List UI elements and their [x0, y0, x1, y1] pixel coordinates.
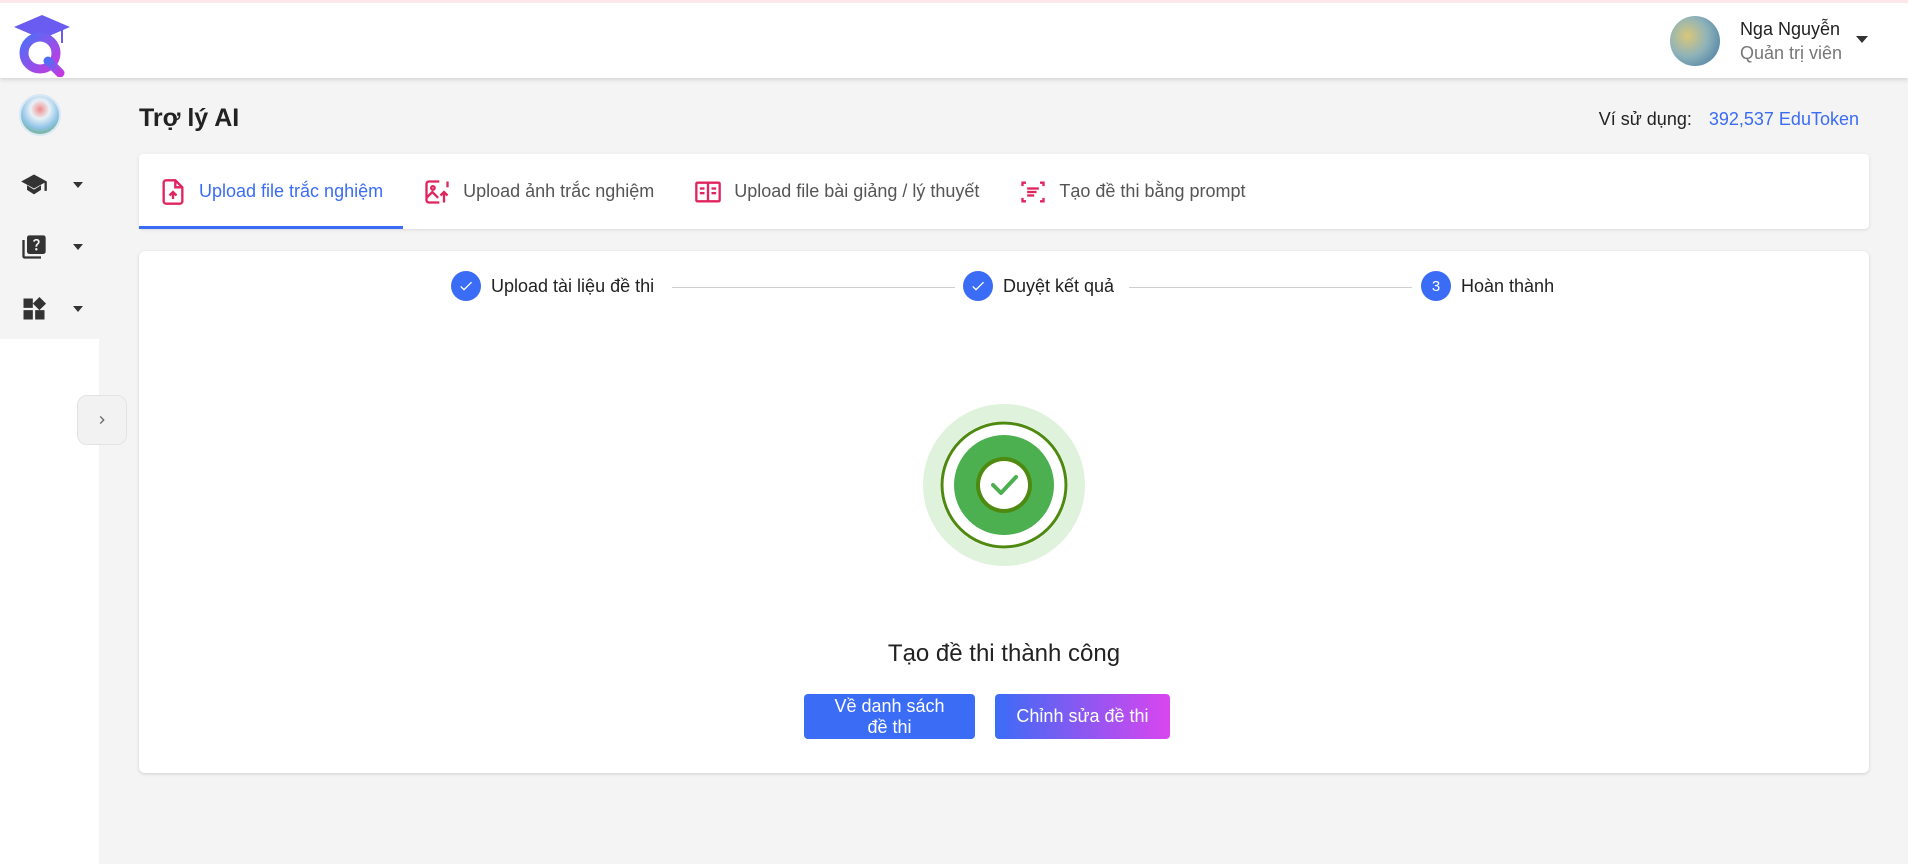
stepper: Upload tài liệu đề thi Duyệt kết quả 3 H… [451, 271, 1557, 303]
user-avatar[interactable] [1669, 16, 1720, 66]
text-scan-icon [1021, 181, 1046, 202]
graduation-cap-icon [21, 174, 47, 195]
step-complete: 3 Hoàn thành [1421, 271, 1555, 301]
step-number: 3 [1421, 271, 1451, 301]
step-label: Duyệt kết quả [1003, 275, 1115, 296]
question-book-icon [22, 235, 46, 259]
user-name: Nga Nguyễn [1739, 19, 1841, 39]
dashboard-icon [23, 296, 47, 320]
action-buttons: Về danh sách đề thi Chỉnh sửa đề thi [804, 694, 1170, 739]
tab-label: Tạo đề thi bằng prompt [1059, 181, 1246, 201]
step-upload: Upload tài liệu đề thi [451, 271, 655, 301]
check-icon [963, 271, 993, 301]
step-connector [1129, 287, 1412, 288]
page-title: Trợ lý AI [139, 104, 240, 132]
tab-upload-quiz-image[interactable]: Upload ảnh trắc nghiệm [403, 154, 674, 229]
chevron-right-icon [99, 416, 105, 424]
user-menu[interactable]: Nga Nguyễn Quản trị viên [1669, 16, 1868, 66]
tab-upload-quiz-file[interactable]: Upload file trắc nghiệm [139, 154, 404, 229]
wallet-info: Ví sử dụng: 392,537 EduToken [1599, 109, 1859, 130]
sidebar-item-courses[interactable] [0, 154, 99, 216]
edit-exam-button[interactable]: Chỉnh sửa đề thi [995, 694, 1170, 739]
step-label: Hoàn thành [1461, 275, 1555, 296]
tab-label: Upload file trắc nghiệm [199, 181, 384, 201]
app-logo[interactable] [12, 13, 72, 77]
caret-down-icon[interactable] [1856, 35, 1868, 43]
tab-bar: Upload file trắc nghiệm Upload ảnh trắc … [139, 154, 1869, 229]
wallet-balance[interactable]: 392,537 EduToken [1709, 109, 1859, 129]
step-review: Duyệt kết quả [963, 271, 1115, 301]
step-label: Upload tài liệu đề thi [491, 275, 655, 296]
sidebar [0, 78, 99, 864]
chevron-down-icon[interactable] [73, 182, 83, 188]
step-connector [672, 287, 955, 288]
tab-upload-lecture-file[interactable]: Upload file bài giảng / lý thuyết [674, 154, 999, 229]
tab-label: Upload ảnh trắc nghiệm [463, 181, 655, 201]
check-icon [451, 271, 481, 301]
sidebar-item-widgets[interactable] [0, 278, 99, 340]
sidebar-item-question-bank[interactable] [0, 216, 99, 278]
sidebar-expand-button[interactable] [77, 395, 127, 445]
wallet-label: Ví sử dụng: [1598, 109, 1692, 129]
open-book-icon [695, 181, 722, 202]
result-card: Upload tài liệu đề thi Duyệt kết quả 3 H… [139, 251, 1869, 773]
back-to-list-button[interactable]: Về danh sách đề thi [804, 694, 975, 739]
top-bar: Nga Nguyễn Quản trị viên [0, 0, 1908, 78]
success-message: Tạo đề thi thành công [887, 640, 1121, 667]
success-check-icon [923, 404, 1085, 566]
image-upload-icon [425, 179, 449, 204]
chevron-down-icon[interactable] [73, 244, 83, 250]
chevron-down-icon[interactable] [73, 306, 83, 312]
school-avatar[interactable] [19, 94, 61, 136]
file-upload-icon [162, 178, 184, 205]
sidebar-menu [0, 78, 99, 339]
user-role: Quản trị viên [1739, 43, 1842, 63]
tab-create-by-prompt[interactable]: Tạo đề thi bằng prompt [999, 154, 1265, 229]
tab-label: Upload file bài giảng / lý thuyết [734, 181, 980, 201]
